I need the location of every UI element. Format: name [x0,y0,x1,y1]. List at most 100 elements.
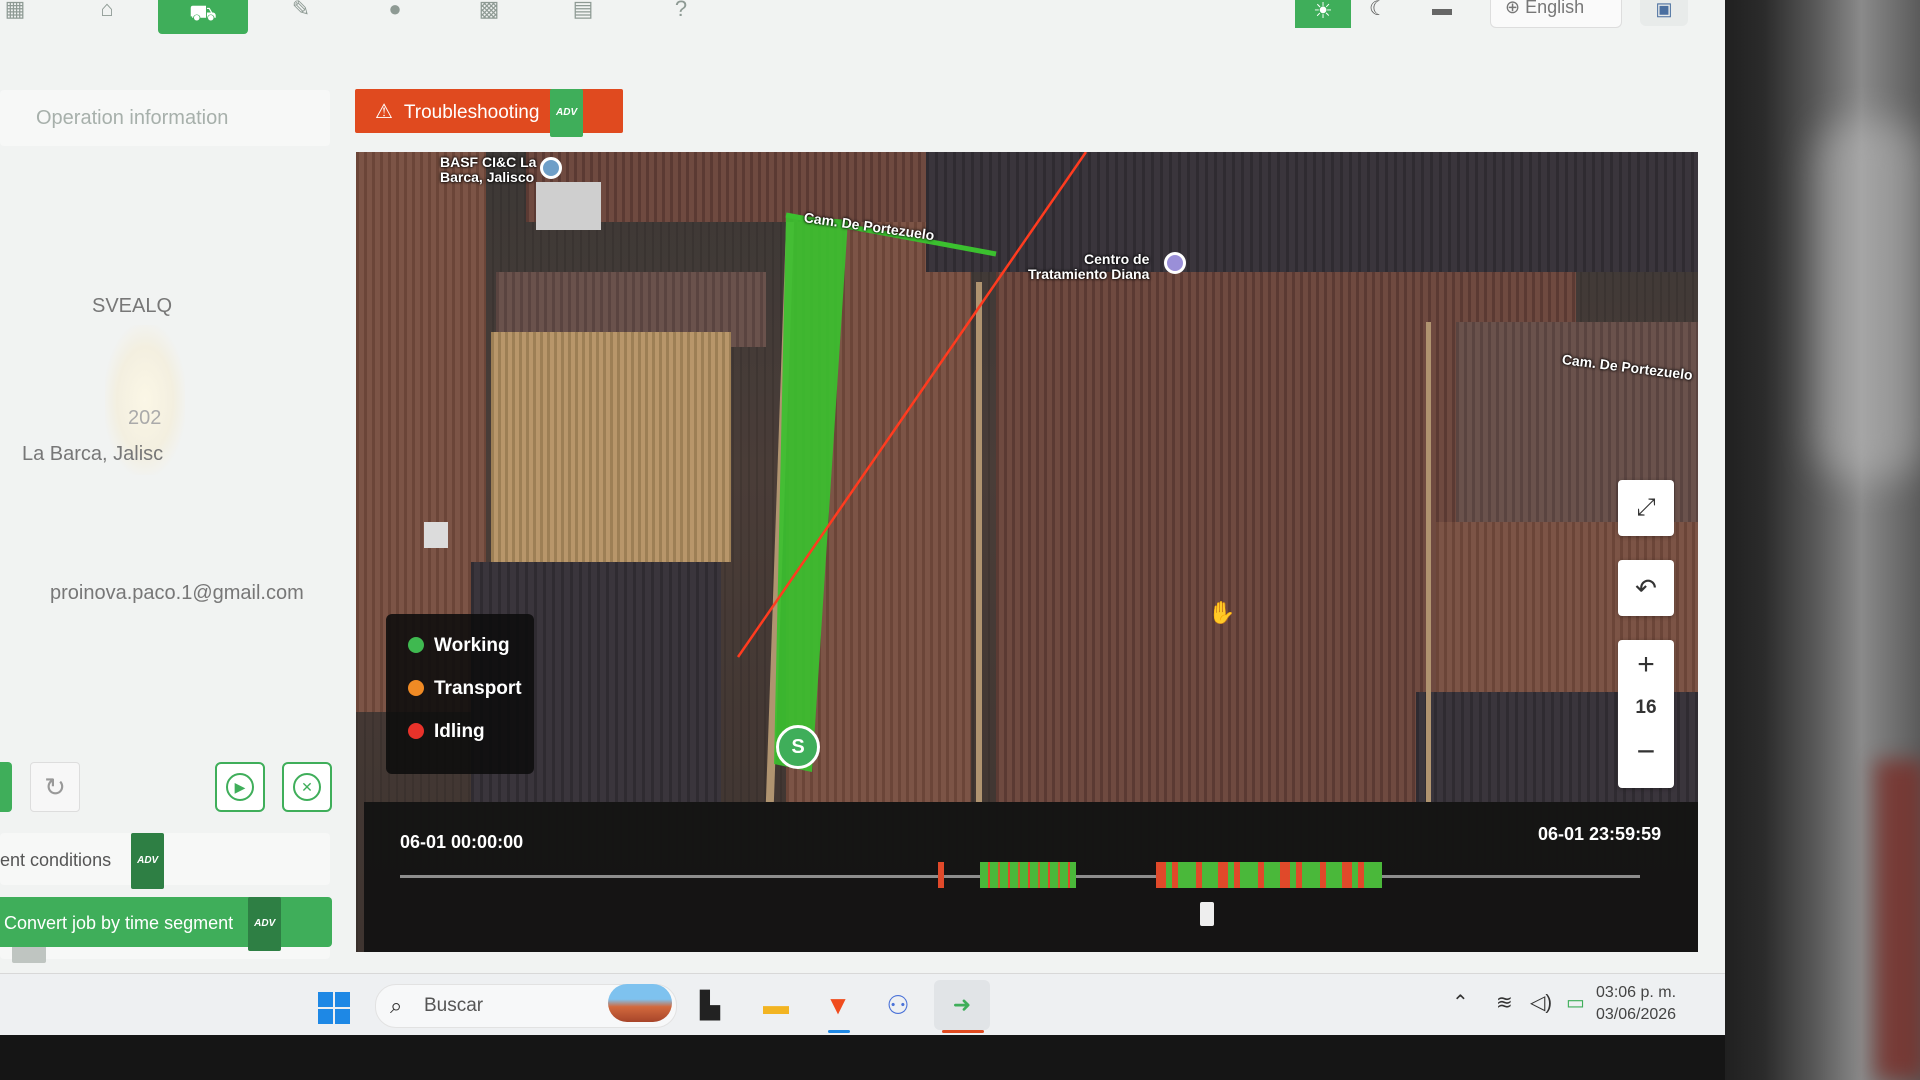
serial-number: SVEALQ [92,295,173,317]
app-window-icon[interactable]: ➜ [944,988,980,1022]
conditions-label: ent conditions ADV [0,833,165,889]
background-blur [1815,120,1920,480]
refresh-button[interactable]: ↻ [30,762,80,812]
grid-icon[interactable]: ▩ [474,0,504,22]
timeline-handle[interactable] [1200,902,1214,926]
primary-action-button[interactable] [0,762,12,812]
tractor-icon: ⛟ [189,0,217,25]
monitor-bezel-bottom [0,1035,1725,1080]
conditions-row[interactable]: ent conditions ADV [0,833,330,889]
clock-time: 03:06 p. m. [1596,984,1677,1001]
active-indicator [828,1030,850,1033]
location-value: La Barca, Jalisc [22,443,164,465]
date-value: 202 [128,407,162,429]
search-placeholder: Buscar [424,995,484,1016]
legend-dot-icon [408,680,424,696]
machine-nav-active[interactable]: ⛟ [158,0,248,34]
alarm-icon: ⚠ [375,101,393,124]
task-view-icon[interactable]: ▙ [692,988,728,1022]
report-icon[interactable]: ▤ [568,0,598,22]
location-pin-icon[interactable] [540,157,562,179]
drop-icon[interactable]: ● [380,0,410,22]
zoom-control: + 16 − [1618,640,1674,788]
basf-label: BASF CI&C La Barca, Jalisco [440,154,537,185]
system-clock[interactable]: 03:06 p. m. 03/06/2026 [1596,982,1676,1026]
zoom-level: 16 [1635,697,1657,718]
background-blur [1875,760,1920,1080]
search-highlight-image [608,984,672,1022]
poi-icon[interactable] [1164,252,1186,274]
convert-job-label: Convert job by time segment [4,912,234,933]
play-icon: ▶ [226,773,254,801]
convert-job-button[interactable]: Convert job by time segment ADV [0,897,332,951]
task-icon[interactable]: ✎ [286,0,316,22]
map-legend: Working Transport Idling [386,614,534,774]
dark-theme-button[interactable]: ☾ [1360,0,1396,28]
hand-cursor-icon: ✋ [1208,600,1236,625]
moon-icon: ☾ [1369,0,1387,20]
troubleshooting-button[interactable]: ⚠ Troubleshooting ADV [355,89,623,137]
sun-icon: ☀ [1313,0,1333,23]
fullscreen-button[interactable]: ⤢ [1618,480,1674,536]
app-window: ▦ ⌂ ⛟ ✎ ● ▩ ▤ ? ☀ ☾ ▬ ⊕ English ▣ Operat… [0,0,1725,1035]
legend-dot-icon [408,723,424,739]
timeline-start-time: 06-01 00:00:00 [400,832,524,852]
top-navigation: ▦ ⌂ ⛟ ✎ ● ▩ ▤ ? ☀ ☾ ▬ ⊕ English ▣ [0,0,1725,40]
timeline-segment [1156,862,1382,888]
adv-badge: ADV [550,89,584,137]
help-icon[interactable]: ? [666,0,696,22]
teams-icon[interactable]: ⚇ [880,988,916,1022]
legend-transport: Transport [408,677,522,701]
search-icon: ⌕ [390,993,403,1018]
language-label: English [1525,0,1585,17]
globe-icon: ⊕ [1505,0,1521,17]
start-marker[interactable]: S [776,725,820,769]
language-selector[interactable]: ⊕ English [1490,0,1622,28]
timeline-segment [938,862,944,888]
legend-idling: Idling [408,720,485,744]
windows-start-icon[interactable] [318,992,350,1024]
notification-icon[interactable]: ▬ [1432,0,1452,19]
conditions-text: ent conditions [0,849,112,870]
volume-icon[interactable]: ◁) [1530,990,1552,1015]
legend-dot-icon [408,637,424,653]
active-indicator [942,1030,984,1033]
file-explorer-icon[interactable]: ▬ [758,988,794,1022]
brave-browser-icon[interactable]: ▼ [820,988,856,1022]
user-avatar[interactable]: ▣ [1640,0,1688,26]
zoom-in-button[interactable]: + [1618,640,1674,690]
reset-view-button[interactable]: ↶ [1618,560,1674,616]
working-area [774,215,848,772]
centro-label: Centro de Tratamiento Diana [1028,251,1150,282]
windows-taskbar: ⌕ Buscar ▙ ▬ ▼ ⚇ ➜ ⌃ ≋ ◁) ▭ 03:06 p. m. … [0,973,1725,1035]
legend-working-label: Working [434,635,510,656]
timeline-panel: 06-01 00:00:00 06-01 23:59:59 [364,802,1698,952]
satellite-map[interactable]: BASF CI&C La Barca, Jalisco Cam. De Port… [356,152,1698,952]
close-icon: ✕ [293,773,321,801]
clock-date: 03/06/2026 [1596,1006,1677,1023]
light-theme-button[interactable]: ☀ [1295,0,1351,28]
undo-icon: ↶ [1635,573,1657,603]
chevron-up-icon[interactable]: ⌃ [1452,990,1469,1015]
zoom-out-button[interactable]: − [1618,726,1674,776]
timeline-segment [980,862,1076,888]
adv-badge: ADV [248,897,282,951]
troubleshooting-label: Troubleshooting [403,102,540,124]
refresh-icon: ↻ [44,772,66,802]
farm-icon[interactable]: ⌂ [92,0,122,22]
timeline-end-time: 06-01 23:59:59 [1538,824,1662,844]
operation-information-header[interactable]: Operation information [0,90,330,146]
expand-icon: ⤢ [1636,494,1656,521]
email-value: proinova.paco.1@gmail.com [50,582,304,604]
play-button[interactable]: ▶ [215,762,265,812]
close-button[interactable]: ✕ [282,762,332,812]
map-icon[interactable]: ▦ [0,0,30,22]
left-panel: Operation information SVEALQ 202 La Barc… [0,85,332,963]
battery-icon[interactable]: ▭ [1566,990,1585,1015]
legend-idling-label: Idling [434,721,485,742]
wifi-icon[interactable]: ≋ [1496,990,1513,1015]
monitor-bezel-right [1725,0,1920,1080]
adv-badge: ADV [131,833,165,889]
legend-working: Working [408,634,510,658]
legend-transport-label: Transport [434,678,522,699]
